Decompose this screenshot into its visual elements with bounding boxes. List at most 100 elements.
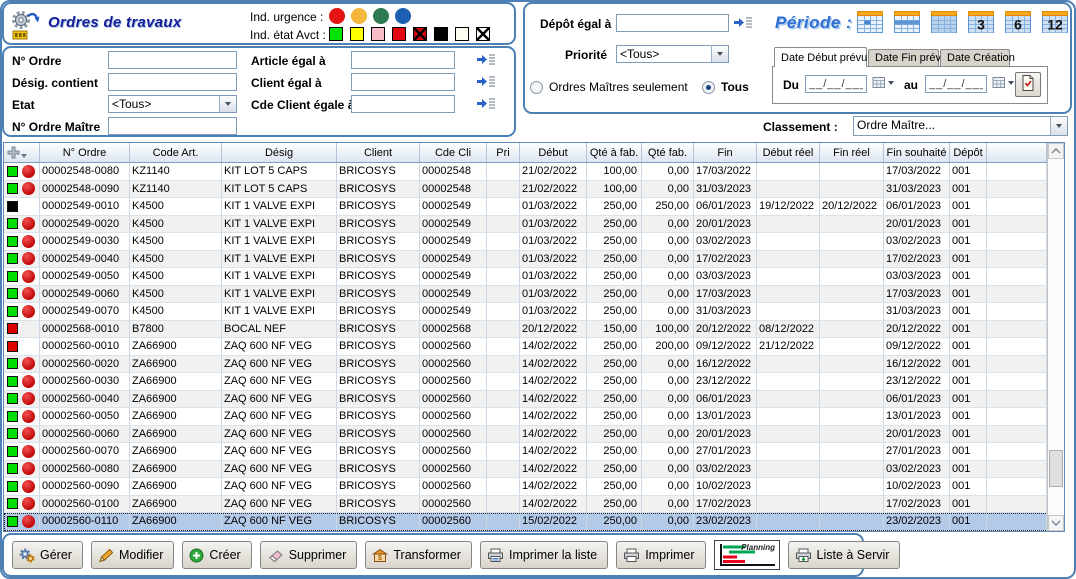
date-from-input[interactable]	[805, 75, 867, 93]
period-day-button[interactable]	[856, 9, 884, 35]
print-list-button[interactable]: Imprimer la liste	[480, 541, 608, 569]
table-row[interactable]: 00002560-0010ZA66900ZAQ 600 NF VEGBRICOS…	[4, 338, 1064, 356]
clear-dates-button[interactable]	[1015, 72, 1041, 97]
client-lookup-button[interactable]	[476, 74, 496, 90]
cell-debut: 14/02/2022	[520, 408, 587, 426]
table-row[interactable]: 00002560-0110ZA66900ZAQ 600 NF VEGBRICOS…	[4, 513, 1064, 531]
cell-depot: 001	[950, 391, 987, 409]
cell-desig: BOCAL NEF	[222, 321, 337, 339]
table-row[interactable]: 00002560-0060ZA66900ZAQ 600 NF VEGBRICOS…	[4, 426, 1064, 444]
column-header[interactable]: Fin souhaité	[884, 143, 950, 162]
client-order-lookup-button[interactable]	[476, 96, 496, 112]
depot-lookup-button[interactable]	[733, 15, 753, 31]
cell-ordre: 00002560-0110	[40, 513, 130, 531]
cell-fins: 27/01/2023	[884, 443, 950, 461]
cell-finr	[820, 303, 884, 321]
master-order-number-input[interactable]	[108, 117, 237, 135]
table-row[interactable]: 00002560-0090ZA66900ZAQ 600 NF VEGBRICOS…	[4, 478, 1064, 496]
column-header[interactable]: Code Art.	[130, 143, 222, 162]
date-to-input[interactable]	[925, 75, 987, 93]
print-button[interactable]: Imprimer	[616, 541, 705, 569]
tab-date-fin-prévu[interactable]: Date Fin prévu	[868, 49, 939, 67]
period-3-months-button[interactable]: 3	[967, 9, 995, 35]
manage-button[interactable]: Gérer	[12, 541, 83, 569]
vertical-scrollbar[interactable]	[1047, 143, 1064, 531]
cell-art: ZA66900	[130, 338, 222, 356]
client-order-equals-input[interactable]	[351, 95, 455, 113]
column-header[interactable]: Fin	[694, 143, 757, 162]
radio-selected-icon[interactable]	[702, 81, 715, 94]
table-row[interactable]: 00002568-0010B7800BOCAL NEFBRICOSYS00002…	[4, 321, 1064, 339]
modify-button[interactable]: Modifier	[91, 541, 174, 569]
scrollbar-thumb[interactable]	[1049, 450, 1063, 487]
chevron-down-icon[interactable]	[1050, 117, 1067, 135]
table-row[interactable]: 00002549-0010K4500KIT 1 VALVE EXPIBRICOS…	[4, 198, 1064, 216]
table-row[interactable]: 00002560-0080ZA66900ZAQ 600 NF VEGBRICOS…	[4, 461, 1064, 479]
all-orders-radio[interactable]: Tous	[702, 80, 749, 94]
column-chooser-button[interactable]	[4, 143, 40, 162]
cell-debut: 14/02/2022	[520, 478, 587, 496]
column-header[interactable]: Qté à fab.	[587, 143, 642, 162]
depot-equals-input[interactable]	[616, 14, 729, 32]
table-row[interactable]: 00002560-0020ZA66900ZAQ 600 NF VEGBRICOS…	[4, 356, 1064, 374]
planning-label: Planning	[741, 543, 775, 552]
action-button-bar: Gérer Modifier Créer Supprimer $ Transfo…	[2, 533, 864, 577]
table-row[interactable]: 00002560-0040ZA66900ZAQ 600 NF VEGBRICOS…	[4, 391, 1064, 409]
create-button[interactable]: Créer	[182, 541, 251, 569]
column-header[interactable]: Désig	[222, 143, 337, 162]
period-week-button[interactable]	[893, 9, 921, 35]
row-status-icons	[4, 461, 40, 479]
date-to-calendar-button[interactable]	[992, 76, 1014, 89]
table-row[interactable]: 00002549-0040K4500KIT 1 VALVE EXPIBRICOS…	[4, 251, 1064, 269]
date-from-calendar-button[interactable]	[872, 76, 894, 89]
tab-date-création[interactable]: Date Création	[940, 49, 1010, 67]
period-6-months-button[interactable]: 6	[1004, 9, 1032, 35]
cell-ordre: 00002560-0050	[40, 408, 130, 426]
column-header[interactable]: Client	[337, 143, 420, 162]
column-header[interactable]: N° Ordre	[40, 143, 130, 162]
column-header[interactable]: Dépôt	[950, 143, 987, 162]
delete-button[interactable]: Supprimer	[260, 541, 358, 569]
column-header[interactable]: Début	[520, 143, 587, 162]
column-header[interactable]: Fin réel	[820, 143, 884, 162]
transform-button[interactable]: $ Transformer	[365, 541, 472, 569]
column-header[interactable]: Début réel	[757, 143, 820, 162]
serve-list-button[interactable]: Liste à Servir	[788, 541, 901, 569]
table-row[interactable]: 00002548-0080KZ1140KIT LOT 5 CAPSBRICOSY…	[4, 163, 1064, 181]
master-orders-only-radio[interactable]: Ordres Maîtres seulement	[530, 80, 688, 94]
column-header[interactable]: Qté fab.	[642, 143, 694, 162]
state-square-icon	[7, 183, 18, 194]
table-row[interactable]: 00002549-0050K4500KIT 1 VALVE EXPIBRICOS…	[4, 268, 1064, 286]
period-month-button[interactable]	[930, 9, 958, 35]
tab-date-début-prévu[interactable]: Date Début prévu	[774, 47, 867, 67]
table-row[interactable]: 00002549-0020K4500KIT 1 VALVE EXPIBRICOS…	[4, 216, 1064, 234]
client-equals-input[interactable]	[351, 73, 455, 91]
table-row[interactable]: 00002560-0100ZA66900ZAQ 600 NF VEGBRICOS…	[4, 496, 1064, 514]
scroll-down-icon[interactable]	[1048, 515, 1064, 531]
state-select[interactable]: <Tous>	[108, 95, 237, 113]
table-row[interactable]: 00002560-0070ZA66900ZAQ 600 NF VEGBRICOS…	[4, 443, 1064, 461]
sort-select[interactable]: Ordre Maître...	[853, 116, 1068, 136]
radio-icon[interactable]	[530, 81, 543, 94]
article-lookup-button[interactable]	[476, 52, 496, 68]
table-row[interactable]: 00002549-0070K4500KIT 1 VALVE EXPIBRICOS…	[4, 303, 1064, 321]
table-row[interactable]: 00002549-0060K4500KIT 1 VALVE EXPIBRICOS…	[4, 286, 1064, 304]
article-equals-input[interactable]	[351, 51, 455, 69]
scroll-up-icon[interactable]	[1048, 143, 1064, 159]
chevron-down-icon[interactable]	[711, 46, 728, 62]
table-row[interactable]: 00002549-0030K4500KIT 1 VALVE EXPIBRICOS…	[4, 233, 1064, 251]
planning-button[interactable]: Planning	[714, 540, 780, 570]
period-12-months-button[interactable]: 12	[1041, 9, 1069, 35]
cell-debut: 14/02/2022	[520, 338, 587, 356]
work-orders-table: N° OrdreCode Art.DésigClientCde CliPriDé…	[3, 142, 1065, 532]
table-row[interactable]: 00002560-0030ZA66900ZAQ 600 NF VEGBRICOS…	[4, 373, 1064, 391]
column-header[interactable]: Pri	[487, 143, 520, 162]
table-row[interactable]: 00002560-0050ZA66900ZAQ 600 NF VEGBRICOS…	[4, 408, 1064, 426]
priority-select[interactable]: <Tous>	[616, 45, 729, 63]
order-number-input[interactable]	[108, 51, 237, 69]
chevron-down-icon[interactable]	[219, 96, 236, 112]
column-header[interactable]: Cde Cli	[420, 143, 487, 162]
designation-contains-input[interactable]	[108, 73, 237, 91]
table-row[interactable]: 00002548-0090KZ1140KIT LOT 5 CAPSBRICOSY…	[4, 181, 1064, 199]
cell-filler	[987, 321, 1047, 339]
